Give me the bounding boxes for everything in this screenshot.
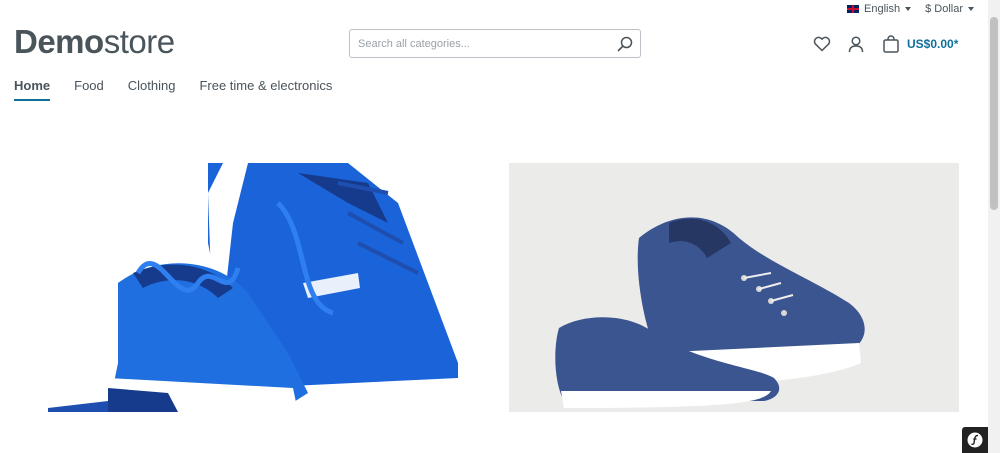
heart-icon	[813, 36, 831, 52]
language-selector[interactable]: English	[847, 3, 912, 15]
language-label: English	[864, 3, 901, 15]
logo-regular-text: store	[103, 23, 175, 60]
user-icon	[848, 35, 864, 52]
chevron-down-icon	[905, 7, 912, 11]
nav-item-clothing[interactable]: Clothing	[128, 78, 176, 101]
cart-total: US$0.00*	[907, 37, 959, 51]
banner-image-canvas-shoes[interactable]	[509, 163, 959, 412]
logo-bold-text: Demo	[14, 23, 104, 60]
currency-selector[interactable]: $ Dollar	[925, 3, 974, 15]
banner-image-running-shoes[interactable]	[48, 163, 458, 412]
nav-item-food[interactable]: Food	[74, 78, 104, 101]
search-icon	[617, 36, 633, 51]
uk-flag-icon	[847, 5, 860, 13]
scrollbar-thumb[interactable]	[990, 17, 998, 210]
cart-button[interactable]: US$0.00*	[883, 35, 958, 53]
currency-label: $ Dollar	[925, 3, 963, 15]
symfony-toolbar-toggle[interactable]	[962, 427, 988, 453]
search-button[interactable]	[610, 30, 640, 57]
wishlist-button[interactable]	[812, 34, 832, 54]
header-actions: US$0.00*	[812, 32, 958, 56]
chevron-down-icon	[968, 7, 974, 11]
search-input[interactable]	[350, 37, 610, 50]
nav-item-home[interactable]: Home	[14, 78, 51, 101]
canvas-shoes-illustration	[509, 163, 959, 412]
search-box	[349, 29, 641, 58]
symfony-icon	[967, 432, 983, 448]
page-scrollbar[interactable]	[988, 0, 1000, 453]
main-navigation: Home Food Clothing Free time & electroni…	[14, 78, 332, 101]
store-logo[interactable]: Demostore	[14, 24, 175, 60]
nav-item-free-time-electronics[interactable]: Free time & electronics	[199, 78, 332, 101]
top-bar: English $ Dollar	[847, 0, 974, 18]
account-button[interactable]	[846, 34, 866, 54]
running-shoes-illustration	[48, 163, 458, 412]
shopping-bag-icon	[883, 35, 899, 53]
